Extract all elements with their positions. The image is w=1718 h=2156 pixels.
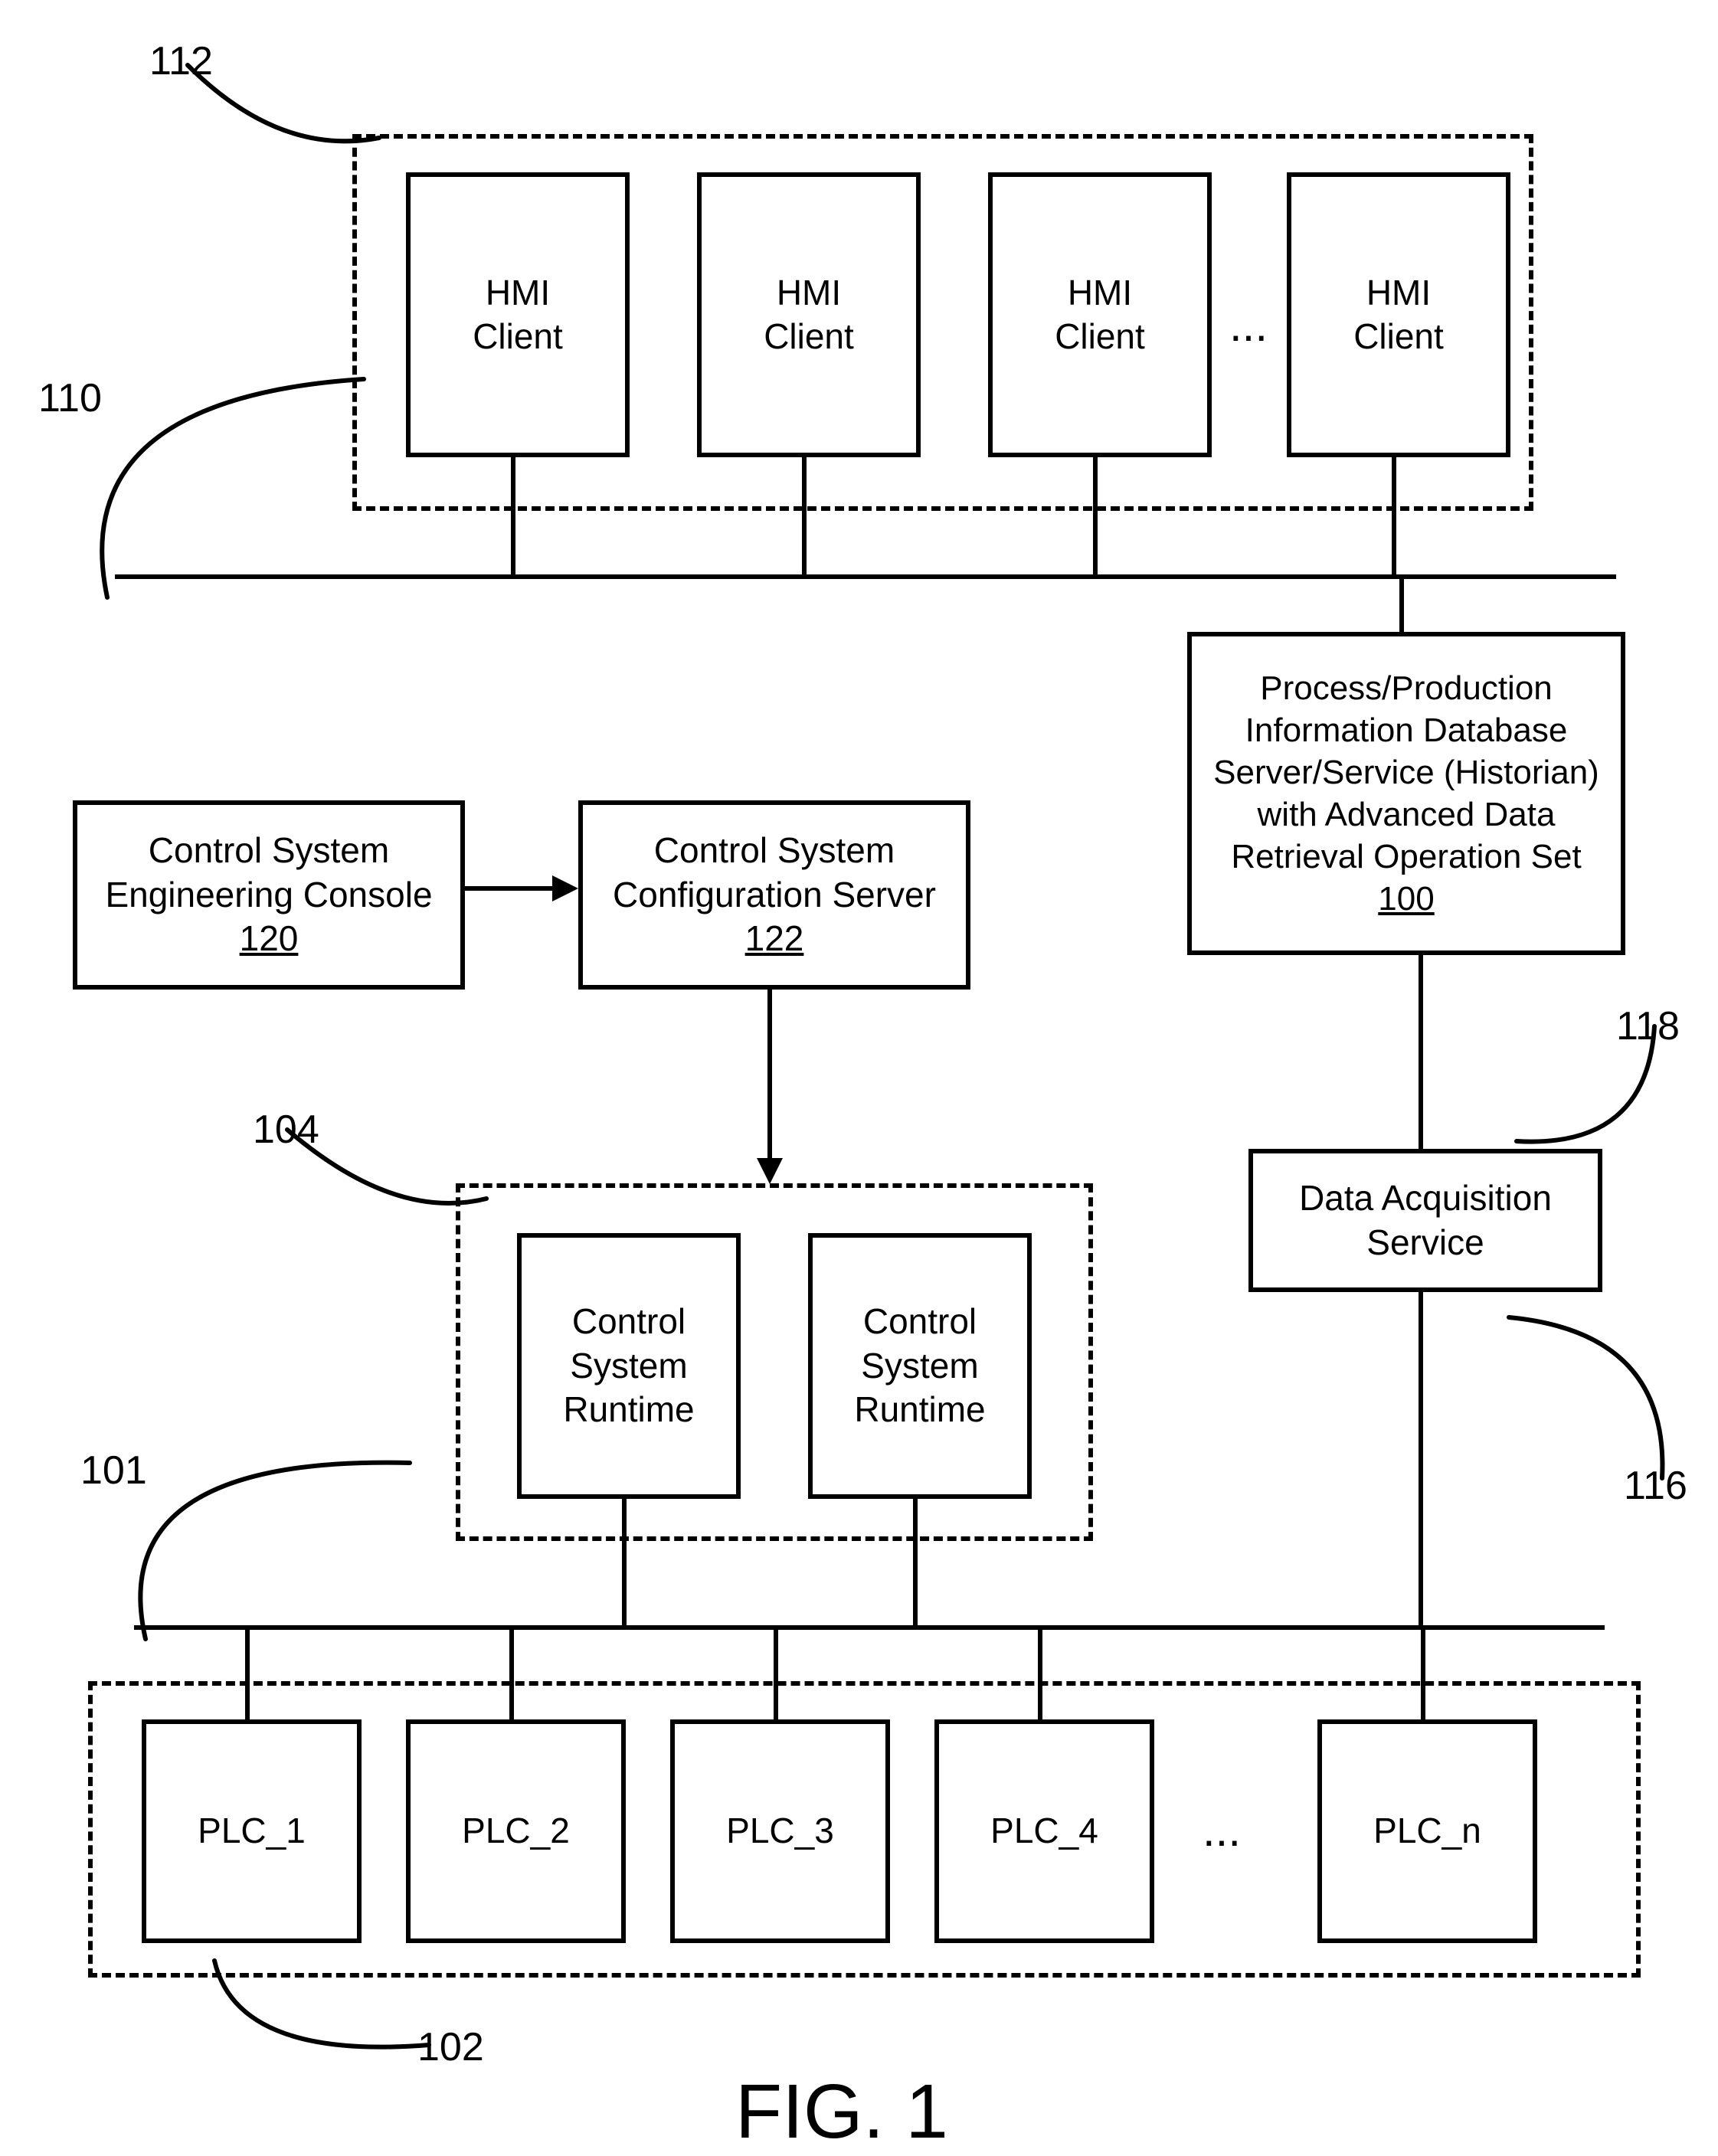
historian-l5: Retrieval Operation Set bbox=[1231, 836, 1581, 878]
conn bbox=[1419, 1287, 1423, 1628]
conn bbox=[511, 453, 515, 577]
cfg-server: Control System Configuration Server 122 bbox=[578, 800, 970, 990]
eng-console: Control System Engineering Console 120 bbox=[73, 800, 465, 990]
ref-101: 101 bbox=[80, 1448, 147, 1493]
conn bbox=[622, 1494, 627, 1628]
historian-l2: Information Database bbox=[1245, 709, 1568, 751]
conn bbox=[774, 1630, 778, 1719]
arrow-cfg-to-runtime bbox=[754, 985, 785, 1184]
leader-101 bbox=[134, 1455, 410, 1639]
diagram-stage: HMI Client HMI Client HMI Client ... HMI… bbox=[0, 0, 1718, 2154]
conn bbox=[1093, 453, 1098, 577]
cfg-server-l1: Control System bbox=[654, 829, 895, 873]
conn bbox=[1421, 1630, 1425, 1719]
ref-104: 104 bbox=[253, 1107, 319, 1153]
plc-n: PLC_n bbox=[1317, 1719, 1537, 1943]
ref-110: 110 bbox=[38, 375, 102, 421]
runtime-1: Control System Runtime bbox=[517, 1233, 741, 1499]
plc-2: PLC_2 bbox=[406, 1719, 626, 1943]
plc-3: PLC_3 bbox=[670, 1719, 890, 1943]
leader-116 bbox=[1509, 1317, 1670, 1478]
ref-102: 102 bbox=[417, 2024, 484, 2070]
runtime-2: Control System Runtime bbox=[808, 1233, 1032, 1499]
conn bbox=[1392, 453, 1396, 577]
ref-118: 118 bbox=[1616, 1003, 1680, 1049]
conn bbox=[913, 1494, 918, 1628]
eng-console-l1: Control System bbox=[149, 829, 389, 873]
cfg-server-l2: Configuration Server bbox=[613, 873, 936, 918]
conn bbox=[1038, 1630, 1042, 1719]
plc-ellipsis: ... bbox=[1203, 1804, 1241, 1857]
leader-112 bbox=[188, 65, 379, 157]
conn bbox=[509, 1630, 514, 1719]
figure-caption: FIG. 1 bbox=[735, 2068, 948, 2156]
leader-102 bbox=[214, 1961, 429, 2060]
historian-l3: Server/Service (Historian) bbox=[1213, 751, 1599, 793]
conn bbox=[1419, 950, 1423, 1149]
hmi-client-3: HMI Client bbox=[988, 172, 1212, 457]
hmi-ellipsis: ... bbox=[1229, 299, 1268, 352]
eng-console-ref: 120 bbox=[240, 917, 299, 961]
hmi-client-1: HMI Client bbox=[406, 172, 630, 457]
historian-ref: 100 bbox=[1378, 878, 1434, 920]
conn bbox=[1399, 579, 1404, 632]
conn bbox=[245, 1630, 250, 1719]
das-text: Data Acquisition Service bbox=[1299, 1176, 1552, 1264]
plc-4: PLC_4 bbox=[934, 1719, 1154, 1943]
hmi-client-n: HMI Client bbox=[1287, 172, 1510, 457]
cfg-server-ref: 122 bbox=[745, 917, 804, 961]
plc-1: PLC_1 bbox=[142, 1719, 362, 1943]
hmi-client-2: HMI Client bbox=[697, 172, 921, 457]
historian-block: Process/Production Information Database … bbox=[1187, 632, 1625, 955]
leader-110 bbox=[96, 368, 364, 597]
ref-116: 116 bbox=[1624, 1463, 1687, 1509]
arrow-console-to-cfg bbox=[460, 873, 578, 904]
historian-l1: Process/Production bbox=[1260, 667, 1553, 709]
eng-console-l2: Engineering Console bbox=[105, 873, 432, 918]
data-acquisition: Data Acquisition Service bbox=[1248, 1149, 1602, 1292]
conn bbox=[802, 453, 807, 577]
historian-l4: with Advanced Data bbox=[1258, 793, 1556, 836]
ref-112: 112 bbox=[149, 38, 213, 84]
